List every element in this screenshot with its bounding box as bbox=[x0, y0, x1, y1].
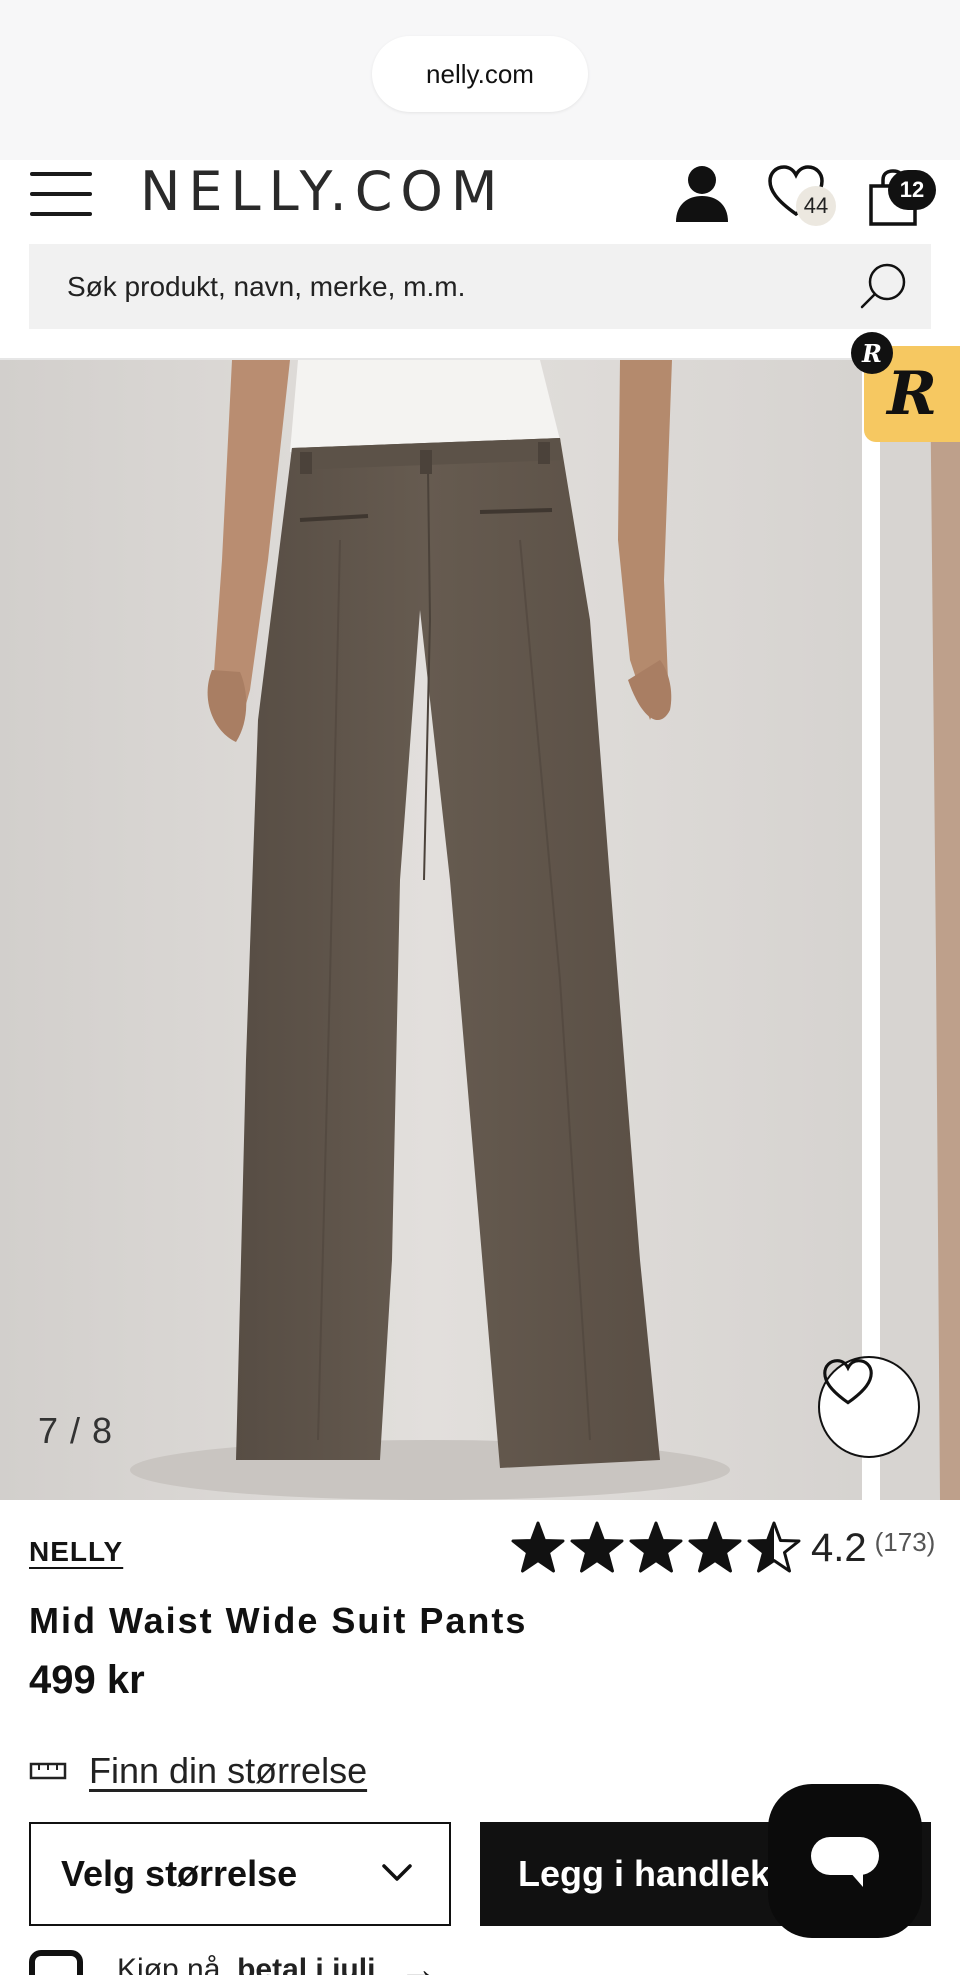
rating-stars bbox=[510, 1520, 805, 1576]
site-logo[interactable]: NELLY.COM bbox=[140, 160, 506, 223]
bag-icon[interactable]: 12 bbox=[866, 162, 936, 228]
product-image bbox=[0, 360, 960, 1500]
url-pill[interactable]: nelly.com bbox=[372, 36, 588, 112]
menu-icon[interactable] bbox=[30, 170, 94, 222]
size-select[interactable]: Velg størrelse bbox=[29, 1822, 451, 1926]
arrow-right-icon: → bbox=[399, 1948, 438, 1975]
product-price: 499 kr bbox=[29, 1658, 145, 1702]
klarna-text: Kjøp nå, betal i juli bbox=[117, 1953, 376, 1975]
star-icon bbox=[688, 1521, 742, 1573]
size-guide-label: Finn din størrelse bbox=[89, 1750, 368, 1791]
wishlist-count-badge: 44 bbox=[796, 186, 836, 226]
wishlist-icon[interactable]: 44 bbox=[766, 162, 838, 226]
chat-button[interactable] bbox=[768, 1784, 922, 1938]
card-icon bbox=[29, 1950, 83, 1975]
rewards-mini-badge[interactable]: R bbox=[851, 332, 893, 374]
rating-count: (173) bbox=[874, 1526, 936, 1557]
search-input[interactable]: Søk produkt, navn, merke, m.m. bbox=[29, 244, 931, 329]
brand-link[interactable]: NELLY bbox=[29, 1536, 123, 1568]
chat-bubble-icon bbox=[811, 1837, 879, 1887]
size-select-label: Velg størrelse bbox=[61, 1853, 298, 1894]
star-icon bbox=[570, 1521, 624, 1573]
account-icon[interactable] bbox=[672, 162, 732, 226]
rating-value: 4.2 bbox=[811, 1525, 867, 1570]
ruler-icon bbox=[29, 1762, 67, 1780]
product-title: Mid Waist Wide Suit Pants bbox=[29, 1600, 528, 1641]
search-placeholder: Søk produkt, navn, merke, m.m. bbox=[67, 270, 466, 302]
add-to-favorites-button[interactable] bbox=[818, 1356, 920, 1458]
search-icon[interactable] bbox=[857, 260, 909, 312]
star-icon bbox=[511, 1521, 565, 1573]
size-guide-link[interactable]: Finn din størrelse bbox=[29, 1750, 367, 1792]
chevron-down-icon bbox=[382, 1864, 412, 1881]
browser-url-bar: nelly.com bbox=[0, 0, 960, 160]
star-icon bbox=[629, 1521, 683, 1573]
star-icon bbox=[747, 1521, 801, 1573]
bag-count-badge: 12 bbox=[888, 170, 936, 210]
image-counter: 7 / 8 bbox=[38, 1410, 114, 1451]
klarna-payment-link[interactable]: Kjøp nå, betal i juli → bbox=[29, 1948, 438, 1975]
product-image-gallery[interactable]: 7 / 8 bbox=[0, 360, 960, 1500]
product-rating[interactable]: 4.2 (173) bbox=[510, 1518, 935, 1578]
heart-icon bbox=[823, 1359, 873, 1405]
